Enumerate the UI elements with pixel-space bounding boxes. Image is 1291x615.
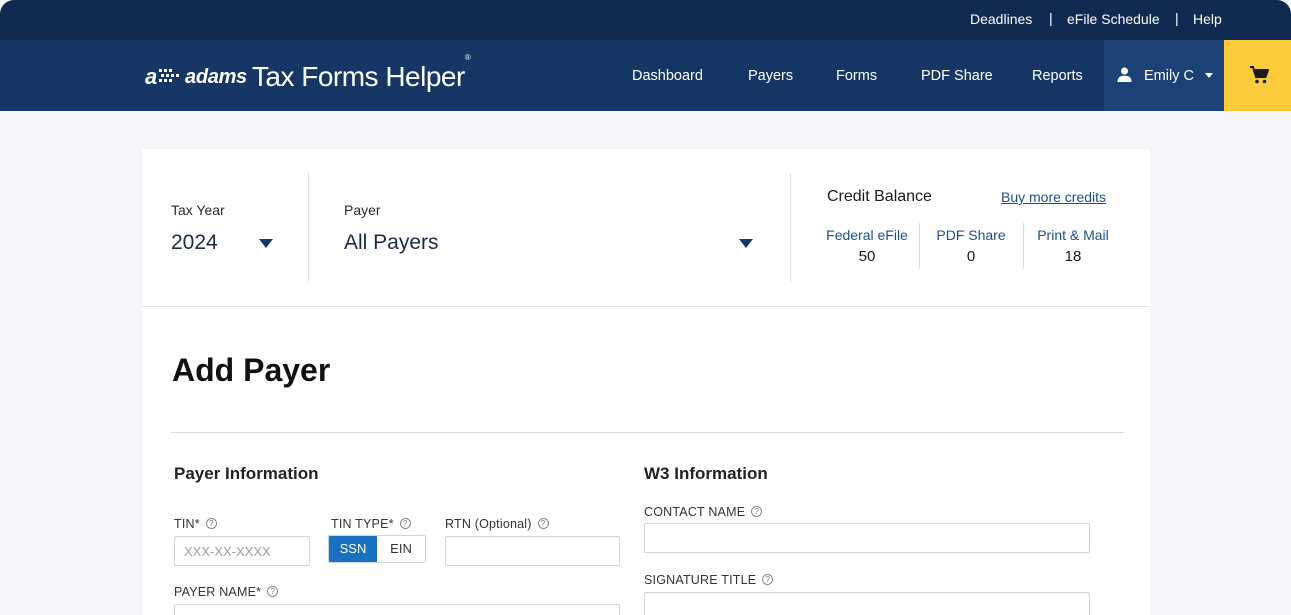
registered-mark: ®: [464, 53, 471, 62]
payer-name-input[interactable]: [174, 604, 620, 615]
credit-label: Federal eFile: [826, 227, 908, 243]
contact-name-input[interactable]: [644, 523, 1090, 553]
page-title: Add Payer: [172, 352, 331, 388]
credit-label: PDF Share: [936, 227, 1006, 243]
user-menu[interactable]: Emily C: [1104, 40, 1224, 111]
help-icon[interactable]: ?: [762, 574, 774, 586]
user-name: Emily C: [1144, 68, 1194, 84]
divider: [1023, 223, 1024, 269]
payer-information-heading: Payer Information: [174, 464, 319, 483]
payer-select[interactable]: All Payers: [344, 229, 756, 261]
tin-input[interactable]: [174, 536, 310, 566]
tin-type-toggle: SSN EIN: [328, 535, 426, 563]
app-frame: Deadlines | eFile Schedule | Help a adam…: [0, 0, 1291, 615]
tin-type-label: TIN TYPE*?: [331, 517, 411, 531]
help-link[interactable]: Help: [1193, 11, 1222, 27]
tax-year-select[interactable]: 2024: [171, 229, 281, 261]
nav-dashboard[interactable]: Dashboard: [632, 68, 703, 84]
divider: [171, 432, 1124, 433]
tin-type-ein-option[interactable]: EIN: [377, 536, 425, 562]
help-icon[interactable]: ?: [537, 518, 549, 530]
credit-value: 50: [858, 248, 876, 265]
nav-reports[interactable]: Reports: [1032, 68, 1083, 84]
separator: |: [1049, 10, 1053, 26]
cart-button[interactable]: [1224, 40, 1291, 111]
help-icon[interactable]: ?: [205, 518, 217, 530]
divider: [308, 173, 309, 281]
nav-pdf-share[interactable]: PDF Share: [921, 68, 993, 84]
brand-adams: adams: [185, 65, 247, 88]
help-icon[interactable]: ?: [399, 518, 411, 530]
divider: [919, 223, 920, 269]
brand-logo[interactable]: a adams Tax Forms Helper®: [145, 53, 471, 92]
credit-balance-title: Credit Balance: [827, 188, 932, 205]
payer-label: Payer: [344, 202, 381, 218]
adams-logo-icon: a: [145, 64, 181, 89]
tin-type-ssn-option[interactable]: SSN: [329, 536, 377, 562]
contact-name-label: CONTACT NAME?: [644, 505, 763, 519]
filter-bar: Tax Year 2024 Payer All Payers Credit Ba…: [142, 149, 1150, 307]
chevron-down-icon: [1205, 73, 1213, 78]
caret-down-icon: [259, 239, 273, 248]
buy-more-credits-link[interactable]: Buy more credits: [1001, 189, 1106, 205]
payer-value: All Payers: [344, 231, 439, 254]
user-icon: [1117, 67, 1132, 87]
utility-bar: Deadlines | eFile Schedule | Help: [0, 0, 1291, 40]
w3-information-heading: W3 Information: [644, 464, 768, 483]
divider: [790, 173, 791, 281]
svg-text:a: a: [145, 65, 157, 89]
help-icon[interactable]: ?: [267, 586, 279, 598]
caret-down-icon: [739, 239, 753, 248]
deadlines-link[interactable]: Deadlines: [970, 11, 1032, 27]
cart-icon: [1250, 66, 1270, 89]
credit-value: 18: [1064, 248, 1082, 265]
help-icon[interactable]: ?: [751, 506, 763, 518]
separator: |: [1175, 10, 1179, 26]
main-nav: a adams Tax Forms Helper® Dashboard Paye…: [0, 40, 1291, 111]
credit-print-mail: Print & Mail 18: [1027, 227, 1119, 265]
credit-value: 0: [966, 248, 976, 265]
signature-title-label: SIGNATURE TITLE?: [644, 573, 774, 587]
payer-name-label: PAYER NAME*?: [174, 585, 279, 599]
efile-schedule-link[interactable]: eFile Schedule: [1067, 11, 1160, 27]
credit-pdf-share: PDF Share 0: [923, 227, 1019, 265]
content-card: Tax Year 2024 Payer All Payers Credit Ba…: [142, 149, 1150, 615]
nav-forms[interactable]: Forms: [836, 68, 877, 84]
rtn-input[interactable]: [445, 536, 620, 566]
credit-label: Print & Mail: [1037, 227, 1109, 243]
brand-product: Tax Forms Helper®: [251, 53, 471, 92]
tin-label: TIN*?: [174, 517, 217, 531]
tax-year-value: 2024: [171, 231, 218, 254]
credit-federal-efile: Federal eFile 50: [819, 227, 915, 265]
tax-year-label: Tax Year: [171, 202, 225, 218]
rtn-label: RTN (Optional)?: [445, 517, 549, 531]
nav-payers[interactable]: Payers: [748, 68, 793, 84]
signature-title-input[interactable]: [644, 592, 1090, 615]
